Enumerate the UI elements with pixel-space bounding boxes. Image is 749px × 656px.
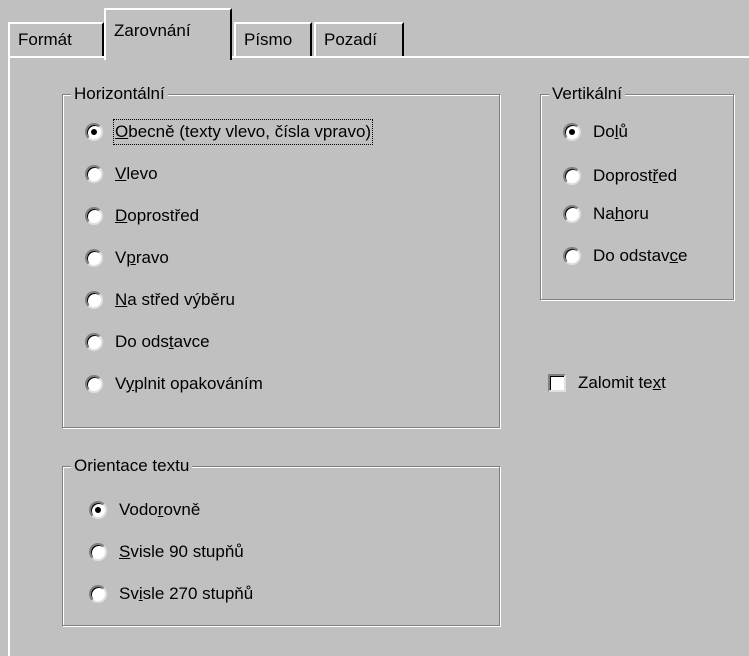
radio-button[interactable] [85,207,103,225]
option-label: Svisle 90 stupňů [119,542,244,561]
tab-format-label: Formát [18,30,72,49]
option-label: Doprostřed [115,206,200,225]
radio-button[interactable] [89,543,107,561]
tab-alignment-label: Zarovnání [114,21,191,40]
tab-alignment[interactable]: Zarovnání [104,8,232,60]
tab-background[interactable]: Pozadí [314,22,404,56]
option-label: Do odstavce [593,246,688,265]
radio-button[interactable] [563,167,581,185]
radio-button[interactable] [89,585,107,603]
radio-button[interactable] [85,375,103,393]
tab-format[interactable]: Formát [8,22,104,56]
option-label: Vlevo [115,164,158,183]
option-label: Vyplnit opakováním [115,374,263,393]
wrap-text-label: Zalomit text [578,373,666,392]
radio-button[interactable] [85,333,103,351]
radio-button[interactable] [563,123,581,141]
option-label: Doprostřed [593,166,678,185]
vertical-group: Vertikální Dolů Doprostřed Nahoru Do ods… [540,83,734,300]
horizontal-group: Horizontální Obecně (texty vlevo, čísla … [62,83,500,428]
option-label: Dolů [593,122,628,141]
option-label: Do odstavce [115,332,210,351]
radio-button[interactable] [89,501,107,519]
radio-button[interactable] [85,291,103,309]
option-label: Obecně (texty vlevo, čísla vpravo) [112,119,374,145]
radio-button[interactable] [85,165,103,183]
radio-button[interactable] [563,247,581,265]
tab-font[interactable]: Písmo [234,22,312,56]
orientation-group: Orientace textu Vodorovně Svisle 90 stup… [62,455,500,626]
option-label: Svisle 270 stupňů [119,584,254,603]
option-label: Na střed výběru [115,290,236,309]
tab-background-label: Pozadí [324,30,377,49]
option-label: Nahoru [593,204,649,223]
tab-strip: Formát Zarovnání Písmo Pozadí [0,0,749,60]
horizontal-group-legend: Horizontální [71,83,168,105]
tab-font-label: Písmo [244,30,293,49]
checkbox-box[interactable] [548,374,566,392]
radio-button[interactable] [563,205,581,223]
radio-button[interactable] [85,249,103,267]
option-label: Vpravo [115,248,169,267]
orientation-group-legend: Orientace textu [71,455,193,477]
vertical-group-legend: Vertikální [549,83,625,105]
option-label: Vodorovně [119,500,201,519]
radio-button[interactable] [85,123,103,141]
